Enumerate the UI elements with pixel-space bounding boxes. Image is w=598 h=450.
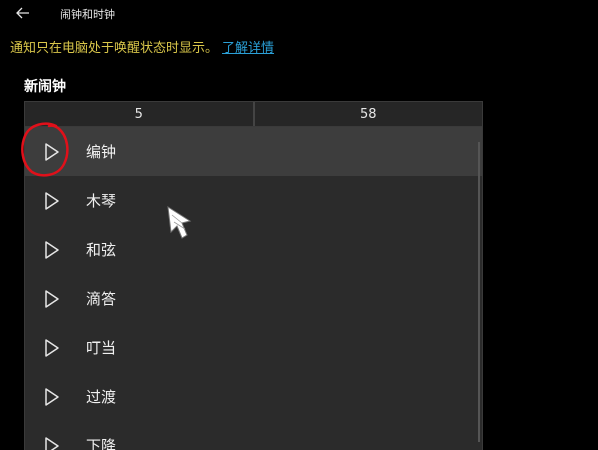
sound-item-xiajiang[interactable]: 下降 xyxy=(25,421,482,450)
arrow-left-icon xyxy=(16,7,29,19)
hour-field[interactable]: 5 xyxy=(25,102,253,126)
play-icon[interactable] xyxy=(43,436,61,450)
notice-text: 通知只在电脑处于唤醒状态时显示。 xyxy=(10,41,219,56)
sound-label: 过渡 xyxy=(86,388,117,406)
play-icon[interactable] xyxy=(43,387,61,407)
sound-label: 叮当 xyxy=(86,339,117,357)
sound-item-muqin[interactable]: 木琴 xyxy=(25,176,482,225)
play-icon[interactable] xyxy=(43,191,61,211)
title-bar: 闹钟和时钟 xyxy=(0,0,598,26)
sound-item-dida[interactable]: 滴答 xyxy=(25,274,482,323)
sound-label: 下降 xyxy=(86,437,117,450)
sound-item-guodu[interactable]: 过渡 xyxy=(25,372,482,421)
learn-more-link[interactable]: 了解详情 xyxy=(222,41,274,56)
sound-list: 编钟 木琴 和弦 滴答 叮当 过渡 下降 xyxy=(25,127,482,450)
play-icon[interactable] xyxy=(43,338,61,358)
sound-item-dingdang[interactable]: 叮当 xyxy=(25,323,482,372)
play-icon[interactable] xyxy=(43,240,61,260)
window-title: 闹钟和时钟 xyxy=(60,8,115,21)
minute-field[interactable]: 58 xyxy=(252,102,483,126)
back-button[interactable] xyxy=(12,2,34,24)
list-scrollbar[interactable] xyxy=(478,142,480,442)
alarm-edit-panel: 5 58 编钟 木琴 和弦 滴答 叮当 过渡 下降 xyxy=(24,101,483,450)
new-alarm-title: 新闹钟 xyxy=(24,79,66,95)
sound-item-bianzhong[interactable]: 编钟 xyxy=(25,127,482,176)
sound-label: 编钟 xyxy=(86,143,117,161)
alarm-app-window: 闹钟和时钟 通知只在电脑处于唤醒状态时显示。 了解详情 新闹钟 5 58 编钟 木… xyxy=(0,0,598,450)
sound-label: 和弦 xyxy=(86,241,117,259)
notification-notice: 通知只在电脑处于唤醒状态时显示。 了解详情 xyxy=(10,37,274,56)
sound-label: 木琴 xyxy=(86,192,117,210)
time-picker: 5 58 xyxy=(25,102,482,127)
sound-label: 滴答 xyxy=(86,290,117,308)
play-icon[interactable] xyxy=(43,289,61,309)
play-icon[interactable] xyxy=(43,142,61,162)
sound-item-hexian[interactable]: 和弦 xyxy=(25,225,482,274)
